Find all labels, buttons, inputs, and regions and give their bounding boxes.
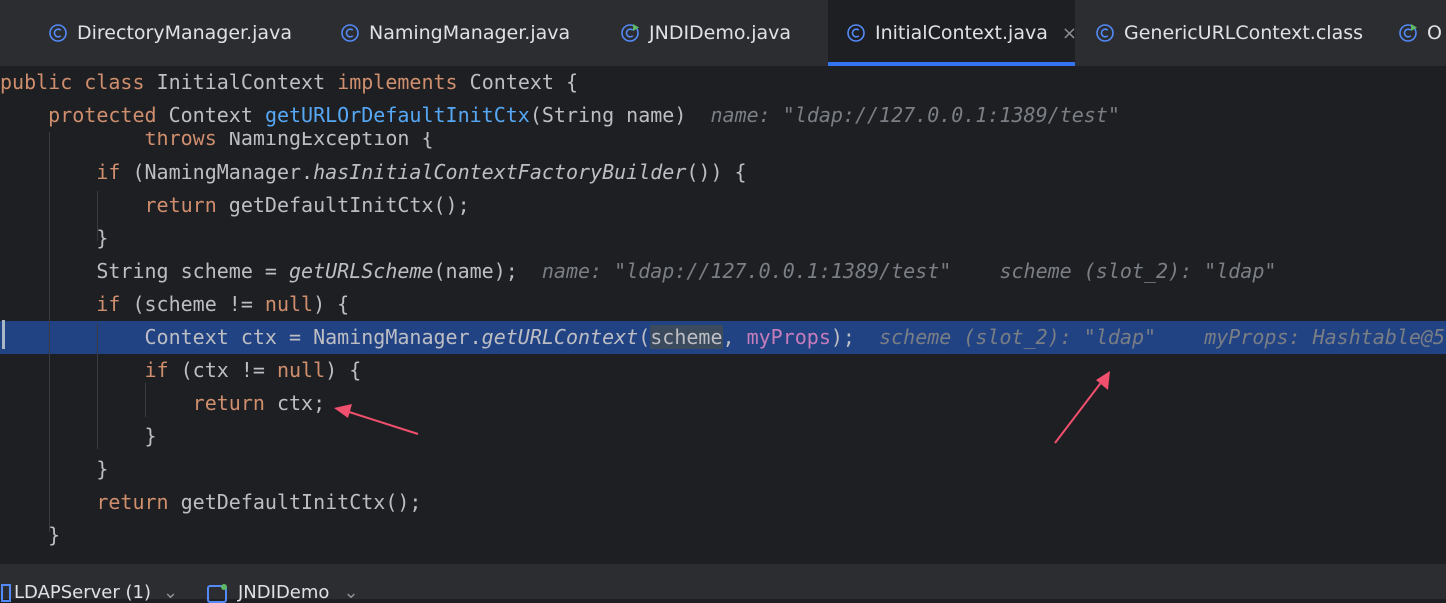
debug-config-icon (207, 583, 227, 603)
class-name: InitialContext (156, 70, 326, 94)
java-class-icon (48, 23, 68, 43)
code-text: } (96, 457, 109, 481)
code-text: ( (638, 325, 651, 349)
code-text: ctx; (276, 391, 326, 415)
code-line[interactable]: } (0, 420, 1446, 453)
inline-debug-hint: name: "ldap://127.0.0.1:1389/test" (541, 259, 952, 283)
code-text: Context ctx = NamingManager. (144, 325, 482, 349)
java-runnable-class-icon (620, 23, 640, 43)
code-editor[interactable]: public class InitialContext implements C… (0, 66, 1446, 564)
code-line[interactable]: return getDefaultInitCtx(); (0, 189, 1446, 222)
tab-initial-context[interactable]: InitialContext.java × (828, 0, 1077, 66)
tab-label: O (1427, 22, 1442, 44)
code-line[interactable]: } (0, 222, 1446, 255)
indent-guide (145, 383, 146, 417)
keyword: return (144, 193, 217, 217)
debug-tool-window-tabs: LDAPServer (1) ⌄ JNDIDemo ⌄ (0, 564, 1446, 603)
java-class-icon (340, 23, 360, 43)
code-line[interactable]: String scheme = getURLScheme(name); name… (0, 255, 1446, 288)
code-line[interactable]: if (scheme != null) { (0, 288, 1446, 321)
tab-generic-url-context[interactable]: GenericURLContext.class (1095, 0, 1363, 66)
code-line[interactable]: if (NamingManager.hasInitialContextFacto… (0, 156, 1446, 189)
code-text: (NamingManager. (132, 160, 314, 184)
indent-guide (97, 324, 98, 449)
tab-naming-manager[interactable]: NamingManager.java (340, 0, 570, 66)
tab-label: GenericURLContext.class (1124, 22, 1364, 44)
inline-debug-hint: myProps: Hashtable@5 (1204, 325, 1446, 349)
method-name: getURLOrDefaultInitCtx (264, 103, 530, 127)
static-call: hasInitialContextFactoryBuilder (313, 160, 687, 184)
tab-directory-manager[interactable]: DirectoryManager.java (48, 0, 292, 66)
code-line[interactable]: return ctx; (0, 387, 1446, 420)
code-text: String scheme = (96, 259, 289, 283)
debug-tab-label: JNDIDemo (238, 582, 330, 603)
debug-tab-label: LDAPServer (1) (14, 582, 151, 603)
close-icon[interactable]: × (1062, 23, 1077, 44)
inline-debug-hint: scheme (slot_2): "ldap" (879, 325, 1157, 349)
java-class-icon (1095, 23, 1115, 43)
keyword: if (96, 292, 121, 316)
code-text: (scheme != (132, 292, 265, 316)
static-call: getURLScheme (288, 259, 434, 283)
selected-text: scheme (650, 325, 723, 349)
indent-guide (49, 132, 50, 532)
code-text: } (96, 226, 109, 250)
keyword: implements (337, 70, 458, 94)
code-text: ); (830, 325, 855, 349)
code-line[interactable]: } (0, 519, 1446, 552)
tab-label: JNDIDemo.java (649, 22, 792, 44)
code-text: (String name) (529, 103, 687, 127)
run-config-icon (1, 583, 11, 602)
code-text: ) { (325, 358, 362, 382)
tab-jndi-demo[interactable]: JNDIDemo.java (620, 0, 791, 66)
code-text: (name); (433, 259, 518, 283)
tab-label: NamingManager.java (369, 22, 571, 44)
inline-debug-hint: scheme (slot_2): "ldap" (999, 259, 1277, 283)
keyword: if (144, 358, 169, 382)
current-execution-line[interactable]: Context ctx = NamingManager.getURLContex… (0, 321, 1446, 354)
code-text: } (144, 424, 157, 448)
tab-overflow[interactable]: O (1398, 0, 1442, 66)
execution-point-marker (2, 320, 5, 349)
field-name: myProps (746, 325, 831, 349)
keyword: class (84, 70, 145, 94)
java-class-icon (846, 23, 866, 43)
static-call: getURLContext (481, 325, 639, 349)
sticky-line-method[interactable]: protected Context getURLOrDefaultInitCtx… (0, 99, 1446, 132)
chevron-down-icon[interactable]: ⌄ (343, 582, 358, 603)
keyword: public (0, 70, 73, 94)
code-line[interactable]: if (ctx != null) { (0, 354, 1446, 387)
code-text: getDefaultInitCtx(); (180, 490, 422, 514)
code-text: , (722, 325, 747, 349)
indent-guide (97, 191, 98, 241)
tab-label: DirectoryManager.java (77, 22, 292, 44)
sticky-line-class[interactable]: public class InitialContext implements C… (0, 66, 1446, 99)
keyword: null (264, 292, 314, 316)
java-runnable-class-icon (1398, 23, 1418, 43)
debug-tab-ldap-server[interactable]: LDAPServer (1) ⌄ (0, 582, 178, 603)
chevron-down-icon[interactable]: ⌄ (163, 582, 178, 603)
code-text: (ctx != (180, 358, 277, 382)
tab-label: InitialContext.java (875, 22, 1048, 44)
code-text: getDefaultInitCtx(); (228, 193, 470, 217)
keyword: null (276, 358, 326, 382)
keyword: if (96, 160, 121, 184)
inline-debug-hint: name: "ldap://127.0.0.1:1389/test" (710, 103, 1120, 127)
keyword: return (192, 391, 265, 415)
debug-tab-jndi-demo[interactable]: JNDIDemo ⌄ (206, 582, 359, 603)
code-text: Context (168, 103, 253, 127)
code-line[interactable]: return getDefaultInitCtx(); (0, 486, 1446, 519)
editor-tab-bar: DirectoryManager.java NamingManager.java… (0, 0, 1446, 67)
code-text: ()) { (686, 160, 747, 184)
code-text: Context { (469, 70, 579, 94)
code-line[interactable]: } (0, 453, 1446, 486)
keyword: return (96, 490, 169, 514)
keyword: protected (48, 103, 157, 127)
code-text: ) { (313, 292, 350, 316)
